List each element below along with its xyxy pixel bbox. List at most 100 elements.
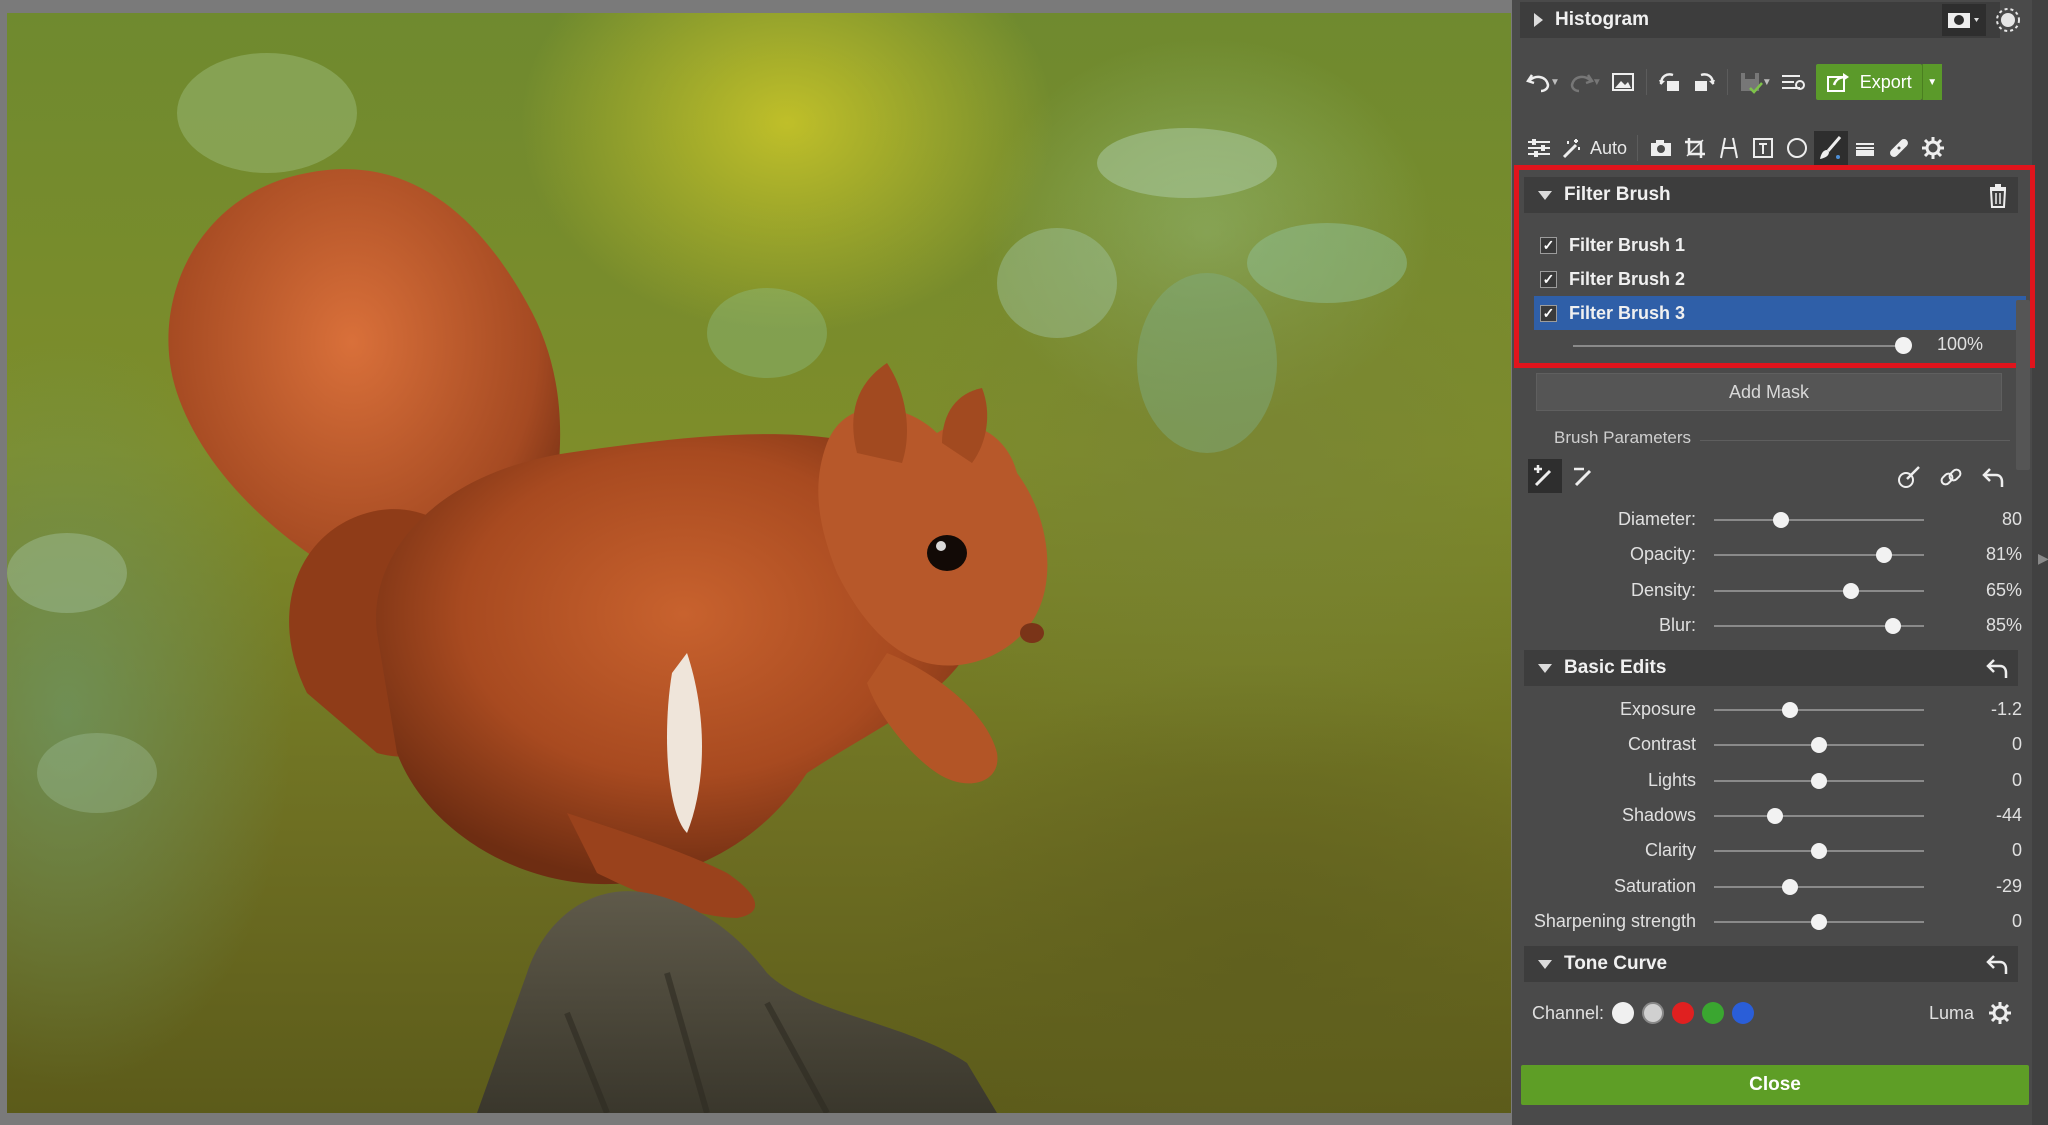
rotate-left-icon: [1658, 73, 1679, 91]
slider-label: Contrast: [1627, 734, 1696, 755]
crop-tool[interactable]: [1678, 131, 1712, 165]
slider-knob[interactable]: [1811, 913, 1827, 930]
slider-row: Lights 0: [1512, 763, 2022, 798]
slider-track[interactable]: [1714, 519, 1924, 521]
panel-collapse-icon[interactable]: ▶: [2038, 550, 2048, 567]
add-mask-button[interactable]: Add Mask: [1536, 373, 2002, 411]
slider-value[interactable]: 0: [1942, 770, 2022, 791]
slider-value[interactable]: 0: [1942, 911, 2022, 932]
settings-button[interactable]: [1992, 4, 2024, 36]
slider-knob[interactable]: [1884, 617, 1901, 634]
brush-erase-button[interactable]: [1568, 459, 1602, 493]
channel-selector: Channel: Luma: [1532, 995, 2012, 1031]
slider-track[interactable]: [1714, 814, 1924, 817]
perspective-icon: [1720, 137, 1739, 159]
rotate-left-button[interactable]: [1653, 65, 1687, 99]
link-icon: [1940, 468, 1962, 486]
slider-label: Opacity:: [1629, 544, 1696, 565]
histogram-header[interactable]: Histogram: [1520, 2, 2000, 38]
channel-blue-swatch[interactable]: [1732, 1002, 1755, 1024]
panel-scrollbar-thumb[interactable]: [2016, 300, 2030, 470]
channel-luma-swatch[interactable]: [1642, 1002, 1665, 1024]
slider-knob[interactable]: [1781, 878, 1798, 895]
close-button[interactable]: Close: [1521, 1065, 2029, 1105]
slider-knob[interactable]: [1811, 843, 1827, 860]
slider-row: Contrast 0: [1512, 727, 2022, 762]
rotate-right-button[interactable]: [1687, 65, 1721, 99]
export-dropdown-button[interactable]: ▼: [1921, 64, 1942, 100]
export-label: Export: [1859, 71, 1912, 92]
slider-value[interactable]: -44: [1942, 805, 2022, 826]
export-button[interactable]: Export: [1815, 64, 1922, 100]
adjust-button[interactable]: [1776, 65, 1810, 99]
slider-label: Diameter:: [1617, 509, 1696, 529]
channel-rgb-swatch[interactable]: [1612, 1002, 1635, 1024]
sliders-icon: [1528, 139, 1550, 157]
slider-knob[interactable]: [1811, 737, 1827, 754]
slider-label: Exposure: [1619, 699, 1696, 719]
slider-value[interactable]: 81%: [1942, 544, 2022, 565]
camera-tool[interactable]: [1644, 131, 1678, 165]
slider-track[interactable]: [1714, 885, 1924, 888]
slider-value[interactable]: 65%: [1942, 580, 2022, 601]
auto-tool[interactable]: Auto: [1556, 131, 1631, 165]
brush-add-button[interactable]: [1528, 459, 1562, 493]
slider-label: Blur:: [1658, 614, 1696, 635]
basic-edits-title: Basic Edits: [1564, 657, 1667, 678]
squirrel-photo[interactable]: [7, 13, 1511, 1113]
slider-value[interactable]: -1.2: [1942, 699, 2022, 720]
reset-tone-curve-button[interactable]: [1986, 953, 2008, 980]
reset-arrow-icon: [1986, 955, 2008, 974]
slider-value[interactable]: 80: [1942, 509, 2022, 530]
tools-toolbar: Auto: [1522, 128, 2012, 168]
slider-track[interactable]: [1714, 589, 1924, 592]
gear-icon[interactable]: [1988, 1001, 2012, 1025]
brush-plus-icon: [1534, 465, 1552, 487]
adjustments-tool[interactable]: [1522, 131, 1556, 165]
slider-knob[interactable]: [1811, 772, 1827, 789]
gradient-icon: [1856, 143, 1875, 156]
undo-dropdown-icon[interactable]: ▼: [1550, 77, 1560, 88]
reset-brush-button[interactable]: [1978, 462, 2008, 492]
slider-label: Density:: [1630, 579, 1696, 600]
main-toolbar: ▼ ▼ ▼ Export ▼: [1522, 62, 1942, 102]
link-button[interactable]: [1936, 462, 1966, 492]
radial-filter-tool[interactable]: [1780, 131, 1814, 165]
slider-knob[interactable]: [1766, 807, 1783, 824]
slider-knob[interactable]: [1842, 582, 1859, 599]
toolbar-separator: [1645, 69, 1647, 95]
slider-track[interactable]: [1714, 554, 1924, 557]
slider-track[interactable]: [1714, 709, 1924, 711]
histogram-view-button[interactable]: [1942, 4, 1986, 36]
sun-icon: [1996, 8, 2020, 32]
reset-basic-edits-button[interactable]: [1986, 657, 2008, 684]
channel-green-swatch[interactable]: [1702, 1002, 1725, 1024]
channel-mode-label: Luma: [1928, 1002, 1974, 1023]
circle-icon: [1787, 138, 1808, 158]
slider-knob[interactable]: [1781, 702, 1798, 718]
slider-row: Density: 65%: [1512, 573, 2022, 608]
perspective-tool[interactable]: [1712, 131, 1746, 165]
save-dropdown-icon[interactable]: ▼: [1762, 77, 1772, 88]
slider-row: Blur: 85%: [1512, 608, 2022, 643]
image-button[interactable]: [1606, 65, 1640, 99]
redo-dropdown-icon[interactable]: ▼: [1592, 77, 1602, 88]
slider-value[interactable]: -29: [1942, 876, 2022, 897]
gradient-filter-tool[interactable]: [1848, 131, 1882, 165]
toolbar-separator: [1726, 69, 1728, 95]
text-tool[interactable]: [1746, 131, 1780, 165]
slider-value[interactable]: 0: [1942, 840, 2022, 861]
slider-knob[interactable]: [1876, 547, 1893, 564]
basic-edits-header[interactable]: Basic Edits: [1524, 650, 2018, 686]
tool-settings[interactable]: [1916, 131, 1950, 165]
filter-brush-tool[interactable]: [1814, 131, 1849, 165]
highlight-annotation: [1514, 165, 2035, 368]
healing-tool[interactable]: [1882, 131, 1916, 165]
slider-knob[interactable]: [1773, 512, 1790, 528]
slider-value[interactable]: 85%: [1942, 615, 2022, 636]
slider-row: Diameter: 80: [1512, 502, 2022, 537]
auto-mask-button[interactable]: [1894, 462, 1924, 492]
slider-value[interactable]: 0: [1942, 734, 2022, 755]
channel-red-swatch[interactable]: [1672, 1002, 1695, 1024]
tone-curve-header[interactable]: Tone Curve: [1524, 946, 2018, 982]
